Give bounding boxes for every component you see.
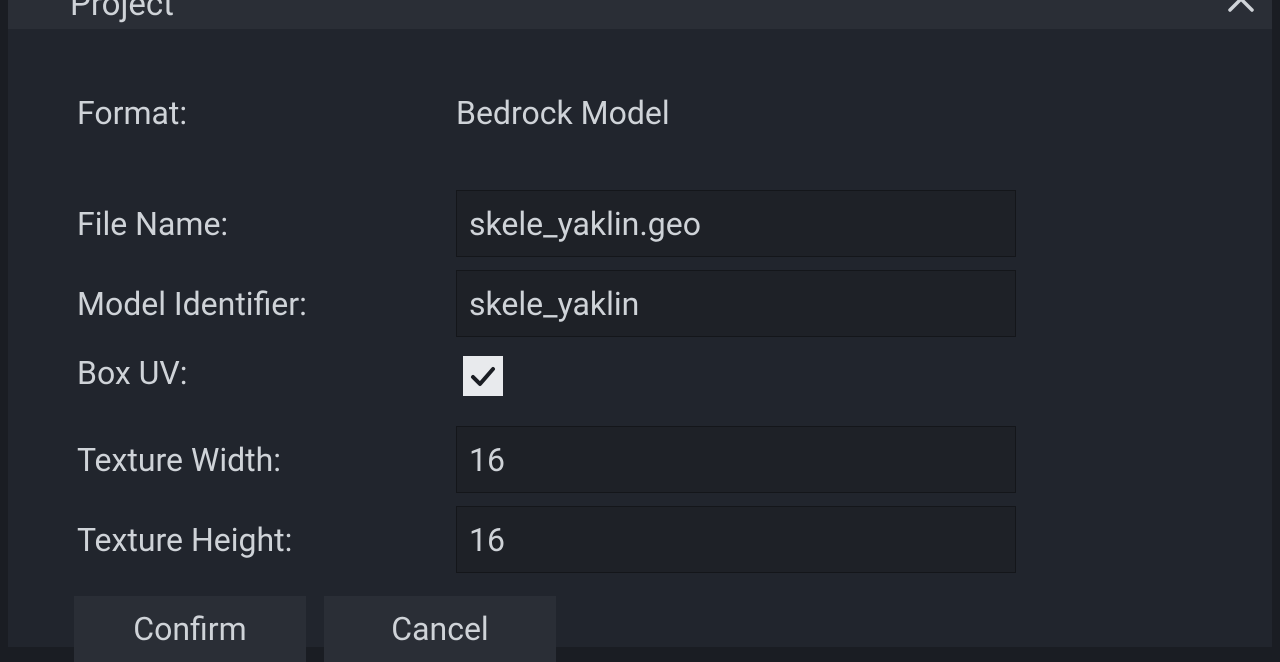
check-icon [467, 360, 499, 392]
model-identifier-row: Model Identifier: [8, 270, 1272, 337]
dialog-title: Project [70, 0, 174, 21]
texture-height-input[interactable] [456, 506, 1016, 573]
close-icon[interactable] [1227, 0, 1255, 20]
project-dialog: Project Format: Bedrock Model File Name:… [8, 0, 1272, 647]
filename-row: File Name: [8, 190, 1272, 257]
model-identifier-label: Model Identifier: [8, 285, 456, 323]
model-identifier-input[interactable] [456, 270, 1016, 337]
dialog-header: Project [8, 0, 1272, 29]
texture-width-input[interactable] [456, 426, 1016, 493]
box-uv-checkbox[interactable] [463, 356, 503, 396]
format-value: Bedrock Model [456, 94, 670, 132]
texture-width-label: Texture Width: [8, 441, 456, 479]
format-label: Format: [8, 94, 456, 132]
confirm-button[interactable]: Confirm [74, 596, 306, 662]
dialog-content: Format: Bedrock Model File Name: Model I… [8, 29, 1272, 662]
texture-height-row: Texture Height: [8, 506, 1272, 573]
dialog-footer: Confirm Cancel [8, 586, 1272, 662]
texture-height-label: Texture Height: [8, 521, 456, 559]
box-uv-label: Box UV: [8, 354, 456, 392]
format-row: Format: Bedrock Model [8, 94, 1272, 132]
filename-input[interactable] [456, 190, 1016, 257]
cancel-button[interactable]: Cancel [324, 596, 556, 662]
box-uv-row: Box UV: [8, 350, 1272, 396]
texture-width-row: Texture Width: [8, 426, 1272, 493]
filename-label: File Name: [8, 205, 456, 243]
